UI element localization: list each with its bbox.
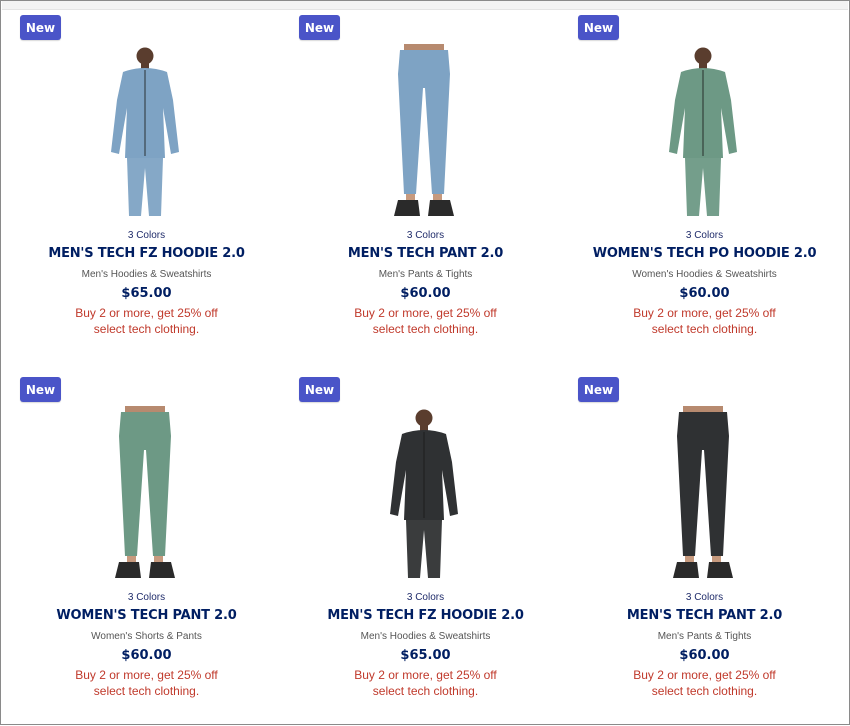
product-card[interactable]: New 3 Colors MEN'S TECH FZ HOODIE 2.0 Me… — [7, 11, 286, 373]
promo-text: Buy 2 or more, get 25% off select tech c… — [286, 667, 565, 699]
product-image[interactable] — [659, 44, 747, 219]
product-card[interactable]: New 3 Colors WOMEN'S TECH PANT 2.0 Women… — [7, 373, 286, 726]
product-info: 3 Colors MEN'S TECH PANT 2.0 Men's Pants… — [565, 591, 844, 699]
product-price: $60.00 — [400, 286, 451, 301]
new-badge: New — [20, 15, 61, 40]
promo-text: Buy 2 or more, get 25% off select tech c… — [565, 667, 844, 699]
product-info: 3 Colors WOMEN'S TECH PANT 2.0 Women's S… — [7, 591, 286, 699]
new-badge: New — [578, 377, 619, 402]
promo-line-2: select tech clothing. — [372, 322, 479, 336]
new-badge: New — [578, 15, 619, 40]
product-card[interactable]: New 3 Colors WOMEN'S TECH PO HOODIE 2.0 … — [565, 11, 844, 373]
promo-text: Buy 2 or more, get 25% off select tech c… — [565, 305, 844, 337]
product-price: $65.00 — [121, 286, 172, 301]
hoodie-full-figure-icon — [390, 409, 458, 578]
promo-line-1: Buy 2 or more, get 25% off — [633, 306, 776, 320]
promo-line-2: select tech clothing. — [651, 684, 758, 698]
product-category: Men's Pants & Tights — [657, 631, 752, 642]
product-info: 3 Colors WOMEN'S TECH PO HOODIE 2.0 Wome… — [565, 229, 844, 337]
product-image[interactable] — [101, 44, 189, 219]
product-card[interactable]: New 3 Colors MEN'S TECH FZ HOODIE 2.0 Me… — [286, 373, 565, 726]
promo-line-2: select tech clothing. — [372, 684, 479, 698]
color-count[interactable]: 3 Colors — [565, 229, 844, 243]
pants-legs-icon — [394, 44, 454, 216]
product-grid-window: New 3 Colors MEN'S TECH FZ HOODIE 2.0 Me… — [0, 0, 850, 725]
product-name[interactable]: MEN'S TECH PANT 2.0 — [565, 605, 844, 627]
color-count[interactable]: 3 Colors — [7, 229, 286, 243]
product-category: Men's Hoodies & Sweatshirts — [81, 269, 212, 280]
pants-legs-icon — [115, 406, 175, 578]
promo-line-2: select tech clothing. — [93, 322, 200, 336]
promo-line-1: Buy 2 or more, get 25% off — [354, 668, 497, 682]
product-image[interactable] — [380, 406, 468, 581]
product-card[interactable]: New 3 Colors MEN'S TECH PANT 2.0 Men's P… — [565, 373, 844, 726]
hoodie-full-figure-icon — [669, 47, 737, 216]
product-category: Women's Hoodies & Sweatshirts — [632, 269, 777, 280]
product-grid: New 3 Colors MEN'S TECH FZ HOODIE 2.0 Me… — [7, 11, 844, 726]
product-card[interactable]: New 3 Colors MEN'S TECH PANT 2.0 Men's P… — [286, 11, 565, 373]
product-category: Men's Hoodies & Sweatshirts — [360, 631, 491, 642]
product-price: $60.00 — [121, 648, 172, 663]
pants-legs-icon — [673, 406, 733, 578]
promo-text: Buy 2 or more, get 25% off select tech c… — [7, 667, 286, 699]
product-image[interactable] — [659, 406, 747, 581]
product-image[interactable] — [380, 44, 468, 219]
color-count[interactable]: 3 Colors — [286, 591, 565, 605]
product-price: $60.00 — [679, 648, 730, 663]
promo-line-2: select tech clothing. — [651, 322, 758, 336]
hoodie-full-figure-icon — [111, 47, 179, 216]
color-count[interactable]: 3 Colors — [7, 591, 286, 605]
product-info: 3 Colors MEN'S TECH FZ HOODIE 2.0 Men's … — [7, 229, 286, 337]
new-badge: New — [299, 377, 340, 402]
promo-line-1: Buy 2 or more, get 25% off — [75, 668, 218, 682]
new-badge: New — [299, 15, 340, 40]
new-badge: New — [20, 377, 61, 402]
product-category: Women's Shorts & Pants — [91, 631, 202, 642]
promo-line-1: Buy 2 or more, get 25% off — [633, 668, 776, 682]
color-count[interactable]: 3 Colors — [565, 591, 844, 605]
product-category: Men's Pants & Tights — [378, 269, 473, 280]
product-price: $65.00 — [400, 648, 451, 663]
promo-text: Buy 2 or more, get 25% off select tech c… — [7, 305, 286, 337]
product-info: 3 Colors MEN'S TECH PANT 2.0 Men's Pants… — [286, 229, 565, 337]
promo-line-1: Buy 2 or more, get 25% off — [354, 306, 497, 320]
color-count[interactable]: 3 Colors — [286, 229, 565, 243]
promo-line-2: select tech clothing. — [93, 684, 200, 698]
product-name[interactable]: WOMEN'S TECH PO HOODIE 2.0 — [565, 243, 844, 265]
product-price: $60.00 — [679, 286, 730, 301]
product-name[interactable]: MEN'S TECH FZ HOODIE 2.0 — [286, 605, 565, 627]
product-name[interactable]: WOMEN'S TECH PANT 2.0 — [7, 605, 286, 627]
product-name[interactable]: MEN'S TECH PANT 2.0 — [286, 243, 565, 265]
top-scroll-edge — [2, 1, 848, 10]
promo-line-1: Buy 2 or more, get 25% off — [75, 306, 218, 320]
promo-text: Buy 2 or more, get 25% off select tech c… — [286, 305, 565, 337]
product-info: 3 Colors MEN'S TECH FZ HOODIE 2.0 Men's … — [286, 591, 565, 699]
product-image[interactable] — [101, 406, 189, 581]
product-name[interactable]: MEN'S TECH FZ HOODIE 2.0 — [7, 243, 286, 265]
